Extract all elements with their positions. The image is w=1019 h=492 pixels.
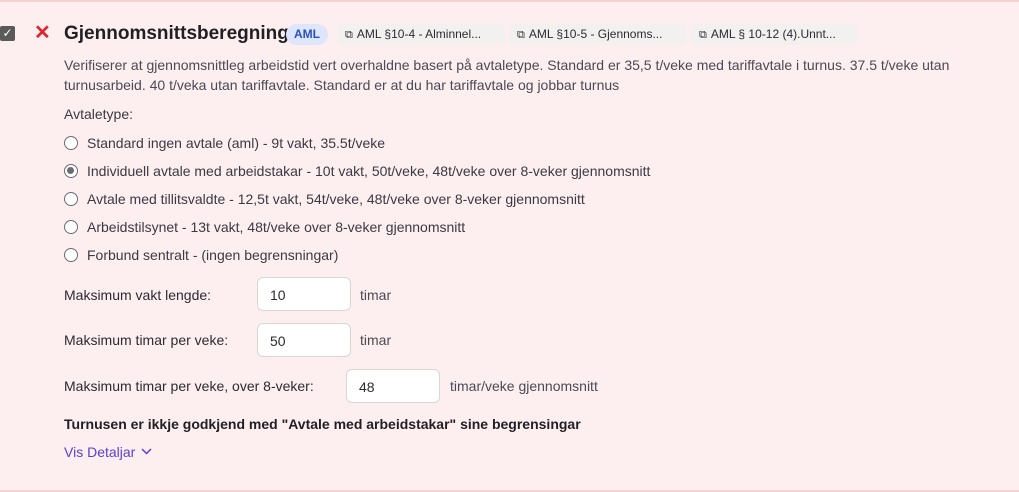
agreement-option-label: Forbund sentralt - (ingen begrensningar): [87, 247, 339, 263]
chevron-down-icon: [141, 446, 152, 458]
reference-link-aml-10-5[interactable]: ⧉ AML §10-5 - Gjennoms...: [509, 24, 687, 45]
max-week-unit: timar: [360, 332, 392, 348]
show-details-link[interactable]: Vis Detaljar: [64, 444, 152, 460]
max-shift-unit: timar: [360, 287, 392, 303]
check-icon: ✓: [2, 26, 13, 40]
agreement-option-union-central[interactable]: Forbund sentralt - (ingen begrensningar): [64, 245, 338, 265]
radio-button-selected[interactable]: [64, 164, 78, 178]
max-week-avg-input[interactable]: 48: [346, 369, 440, 403]
radio-button[interactable]: [64, 220, 78, 234]
reference-link-aml-10-4[interactable]: ⧉ AML §10-4 - Alminnel...: [337, 24, 505, 45]
aml-badge: AML: [286, 24, 328, 45]
rule-title: Gjennomsnittsberegning: [64, 23, 289, 44]
agreement-option-individual[interactable]: Individuell avtale med arbeidstakar - 10…: [64, 161, 650, 181]
radio-button[interactable]: [64, 248, 78, 262]
max-week-input[interactable]: 50: [257, 323, 351, 357]
max-week-avg-label: Maksimum timar per veke, over 8-veker:: [64, 378, 314, 394]
agreement-option-labour-inspection[interactable]: Arbeidstilsynet - 13t vakt, 48t/veke ove…: [64, 217, 465, 237]
rule-description: Verifiserer at gjennomsnittleg arbeidsti…: [64, 57, 950, 93]
max-week-avg-unit: timar/veke gjennomsnitt: [450, 378, 598, 394]
show-details-label: Vis Detaljar: [64, 444, 136, 460]
max-shift-input[interactable]: 10: [257, 277, 351, 311]
rule-enabled-checkbox[interactable]: ✓: [0, 26, 15, 41]
max-week-label: Maksimum timar per veke:: [64, 332, 229, 348]
radio-button[interactable]: [64, 136, 78, 150]
agreement-option-label: Individuell avtale med arbeidstakar - 10…: [87, 163, 651, 179]
agreement-option-label: Avtale med tillitsvaldte - 12,5t vakt, 5…: [87, 191, 585, 207]
external-link-icon: ⧉: [699, 29, 707, 41]
close-icon[interactable]: ✕: [34, 21, 51, 45]
max-shift-label: Maksimum vakt lengde:: [64, 287, 212, 303]
reference-link-aml-10-12[interactable]: ⧉ AML § 10-12 (4).Unnt...: [691, 24, 857, 45]
rule-panel: ✓ ✕ Gjennomsnittsberegning AML ⧉ AML §10-…: [0, 0, 1019, 492]
external-link-icon: ⧉: [345, 29, 353, 41]
external-link-icon: ⧉: [517, 29, 525, 41]
agreement-option-trustees[interactable]: Avtale med tillitsvaldte - 12,5t vakt, 5…: [64, 189, 585, 209]
radio-button[interactable]: [64, 192, 78, 206]
validation-warning: Turnusen er ikkje godkjend med "Avtale m…: [64, 416, 581, 432]
agreement-type-label: Avtaletype:: [64, 106, 134, 122]
agreement-option-standard[interactable]: Standard ingen avtale (aml) - 9t vakt, 3…: [64, 133, 385, 153]
agreement-option-label: Arbeidstilsynet - 13t vakt, 48t/veke ove…: [87, 219, 466, 235]
agreement-option-label: Standard ingen avtale (aml) - 9t vakt, 3…: [87, 135, 386, 151]
